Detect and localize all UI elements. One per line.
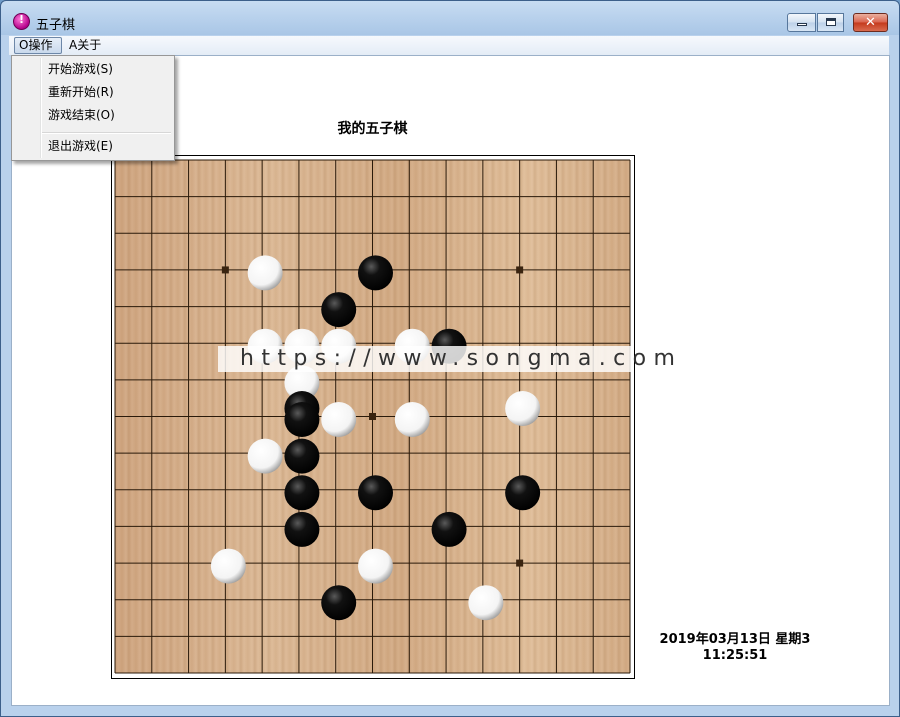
menu-about[interactable]: A关于: [65, 37, 115, 54]
black-stone: [505, 475, 541, 511]
black-stone: [321, 585, 357, 621]
white-stone: [358, 548, 393, 584]
black-stone: [284, 402, 320, 437]
black-stone: [358, 255, 393, 291]
close-icon: ✕: [865, 15, 876, 30]
operate-dropdown-menu: 开始游戏(S) 重新开始(R) 游戏结束(O) 退出游戏(E): [11, 55, 175, 161]
white-stone: [468, 585, 504, 621]
minimize-icon: [797, 23, 807, 26]
white-stone: [505, 391, 541, 427]
white-stone: [247, 255, 283, 291]
star-point: [221, 266, 229, 274]
maximize-button[interactable]: [817, 13, 844, 32]
white-stone: [247, 438, 283, 474]
time-label: 11:25:51: [702, 648, 768, 663]
black-stone: [284, 475, 320, 511]
black-stone: [431, 511, 467, 547]
star-point: [369, 413, 376, 420]
game-title: 我的五子棋: [337, 121, 408, 137]
menu-separator: [42, 132, 171, 134]
watermark: https://www.songma.com: [218, 346, 675, 372]
black-stone: [321, 292, 357, 328]
star-point: [516, 559, 524, 567]
white-stone: [394, 402, 430, 437]
menu-gutter: [40, 58, 42, 158]
menu-operate[interactable]: O操作: [14, 37, 62, 54]
menu-item-end-game[interactable]: 游戏结束(O): [48, 105, 115, 125]
maximize-icon: [826, 18, 836, 26]
white-stone: [321, 402, 357, 437]
menu-item-exit-game[interactable]: 退出游戏(E): [48, 136, 113, 156]
minimize-button[interactable]: [787, 13, 816, 32]
app-icon[interactable]: [13, 13, 30, 30]
menu-bar: O操作 A关于: [9, 36, 889, 55]
menu-item-start-game[interactable]: 开始游戏(S): [48, 59, 113, 79]
black-stone: [358, 475, 393, 511]
black-stone: [284, 438, 320, 474]
datetime-display: 2019年03月13日 星期3 11:25:51: [640, 632, 830, 664]
date-label: 2019年03月13日 星期3: [659, 632, 811, 647]
star-point: [516, 266, 524, 274]
close-button[interactable]: ✕: [853, 13, 888, 32]
black-stone: [284, 511, 320, 547]
window-title: 五子棋: [36, 18, 76, 33]
title-bar[interactable]: 五子棋 ✕: [1, 1, 899, 35]
white-stone: [210, 548, 246, 584]
menu-item-restart[interactable]: 重新开始(R): [48, 82, 114, 102]
board-grid[interactable]: [114, 159, 631, 674]
